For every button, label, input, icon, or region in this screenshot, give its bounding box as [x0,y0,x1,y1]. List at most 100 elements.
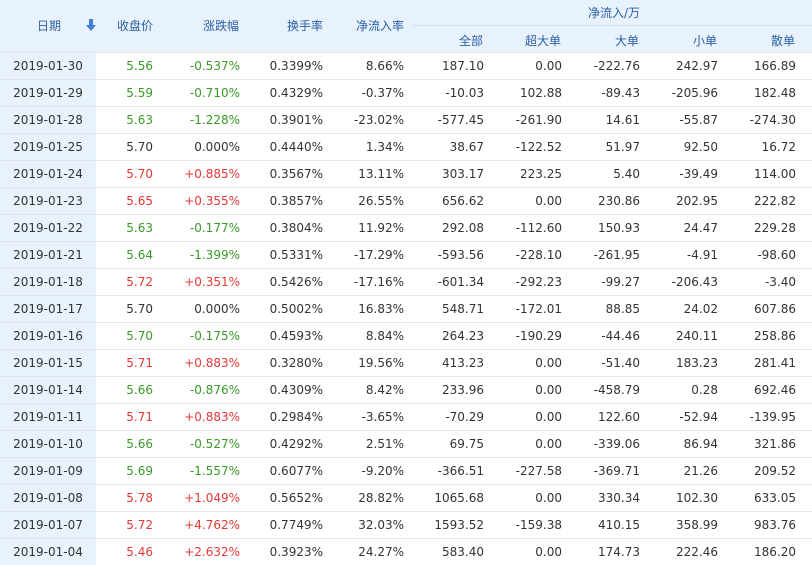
row-retail: 258.86 [754,329,796,343]
column-header-large[interactable]: 大单 [615,32,639,49]
row-small: -39.49 [679,167,718,181]
row-turnover: 0.5002% [269,302,323,316]
row-total: 1593.52 [434,518,484,532]
row-net-rate: 13.11% [358,167,404,181]
row-large: 122.60 [598,410,640,424]
row-xlarge: 0.00 [535,437,562,451]
column-header-total[interactable]: 全部 [459,32,483,49]
row-change: +0.351% [184,275,240,289]
row-retail: 16.72 [761,140,796,154]
row-large: -369.71 [593,464,640,478]
row-net-rate: 1.34% [365,140,404,154]
table-row[interactable]: 2019-01-21 5.64 -1.399% 0.5331% -17.29% -593.… [0,241,812,268]
column-header-date[interactable]: 日期 [37,17,61,34]
table-row[interactable]: 2019-01-09 5.69 -1.557% 0.6077% -9.20% -366.5… [0,457,812,484]
row-small: -52.94 [679,410,718,424]
row-change: -1.557% [189,464,240,478]
table-row[interactable]: 2019-01-29 5.59 -0.710% 0.4329% -0.37% -10.03… [0,79,812,106]
row-small: 222.46 [676,545,718,559]
row-close: 5.70 [126,302,153,316]
table-row[interactable]: 2019-01-10 5.66 -0.527% 0.4292% 2.51% 69.75 0.… [0,430,812,457]
column-header-xlarge[interactable]: 超大单 [525,32,561,49]
table-row[interactable]: 2019-01-22 5.63 -0.177% 0.3804% 11.92% 292.08… [0,214,812,241]
row-xlarge: -190.29 [515,329,562,343]
row-total: 38.67 [449,140,484,154]
row-large: 51.97 [605,140,640,154]
row-date: 2019-01-23 [0,188,96,214]
row-retail: 281.41 [754,356,796,370]
row-turnover: 0.5652% [269,491,323,505]
row-retail: 229.28 [754,221,796,235]
row-large: 230.86 [598,194,640,208]
table-row[interactable]: 2019-01-25 5.70 0.000% 0.4440% 1.34% 38.67 -12… [0,133,812,160]
table-row[interactable]: 2019-01-11 5.71 +0.883% 0.2984% -3.65% -70.29… [0,403,812,430]
row-close: 5.59 [126,86,153,100]
table-row[interactable]: 2019-01-24 5.70 +0.885% 0.3567% 13.11% 303.17… [0,160,812,187]
row-large: 174.73 [598,545,640,559]
row-xlarge: -112.60 [515,221,562,235]
row-net-rate: -9.20% [361,464,404,478]
row-change: -0.527% [189,437,240,451]
row-net-rate: -17.29% [353,248,404,262]
row-retail: 321.86 [754,437,796,451]
row-turnover: 0.5426% [269,275,323,289]
row-large: -99.27 [601,275,640,289]
row-net-rate: 8.42% [365,383,404,397]
table-row[interactable]: 2019-01-17 5.70 0.000% 0.5002% 16.83% 548.71 -… [0,295,812,322]
row-small: 0.28 [691,383,718,397]
row-date: 2019-01-11 [0,404,96,430]
table-row[interactable]: 2019-01-08 5.78 +1.049% 0.5652% 28.82% 1065.6… [0,484,812,511]
column-header-change[interactable]: 涨跌幅 [203,17,239,34]
row-change: +0.885% [184,167,240,181]
row-date: 2019-01-09 [0,458,96,484]
row-close: 5.63 [126,221,153,235]
column-header-net-rate[interactable]: 净流入率 [356,17,404,34]
row-close: 5.78 [126,491,153,505]
row-small: -206.43 [671,275,718,289]
row-net-rate: 19.56% [358,356,404,370]
row-net-rate: 32.03% [358,518,404,532]
row-large: -89.43 [601,86,640,100]
table-row[interactable]: 2019-01-15 5.71 +0.883% 0.3280% 19.56% 413.23… [0,349,812,376]
table-row[interactable]: 2019-01-30 5.56 -0.537% 0.3399% 8.66% 187.10 0… [0,52,812,79]
row-retail: -139.95 [749,410,796,424]
row-net-rate: 8.84% [365,329,404,343]
column-header-retail[interactable]: 散单 [771,32,795,49]
row-net-rate: 11.92% [358,221,404,235]
row-total: 1065.68 [434,491,484,505]
row-small: 21.26 [683,464,718,478]
table-row[interactable]: 2019-01-18 5.72 +0.351% 0.5426% -17.16% -601.… [0,268,812,295]
row-close: 5.56 [126,59,153,73]
row-turnover: 0.4309% [269,383,323,397]
row-xlarge: -228.10 [515,248,562,262]
row-turnover: 0.3901% [269,113,323,127]
row-change: -1.228% [189,113,240,127]
sort-down-icon[interactable] [86,18,96,32]
row-xlarge: 0.00 [535,383,562,397]
column-header-close[interactable]: 收盘价 [117,17,153,34]
table-row[interactable]: 2019-01-07 5.72 +4.762% 0.7749% 32.03% 1593.5… [0,511,812,538]
column-group-net-inflow: 净流入/万 [588,6,641,20]
column-header-turnover[interactable]: 换手率 [287,17,323,34]
fund-flow-table: 日期 收盘价 涨跌幅 换手率 净流入率 净流入/万 全部 超大单 大单 小单 散… [0,0,812,565]
column-header-small[interactable]: 小单 [693,32,717,49]
row-close: 5.70 [126,167,153,181]
row-close: 5.69 [126,464,153,478]
row-net-rate: -3.65% [361,410,404,424]
row-date: 2019-01-25 [0,134,96,160]
row-large: -339.06 [593,437,640,451]
row-close: 5.64 [126,248,153,262]
row-turnover: 0.3857% [269,194,323,208]
row-total: 187.10 [442,59,484,73]
row-close: 5.46 [126,545,153,559]
table-row[interactable]: 2019-01-14 5.66 -0.876% 0.4309% 8.42% 233.96 0… [0,376,812,403]
table-row[interactable]: 2019-01-16 5.70 -0.175% 0.4593% 8.84% 264.23 -… [0,322,812,349]
table-row[interactable]: 2019-01-23 5.65 +0.355% 0.3857% 26.55% 656.62… [0,187,812,214]
row-total: 413.23 [442,356,484,370]
row-turnover: 0.3399% [269,59,323,73]
row-total: 292.08 [442,221,484,235]
row-turnover: 0.5331% [269,248,323,262]
row-close: 5.66 [126,383,153,397]
table-row[interactable]: 2019-01-28 5.63 -1.228% 0.3901% -23.02% -577.… [0,106,812,133]
row-total: -601.34 [437,275,484,289]
